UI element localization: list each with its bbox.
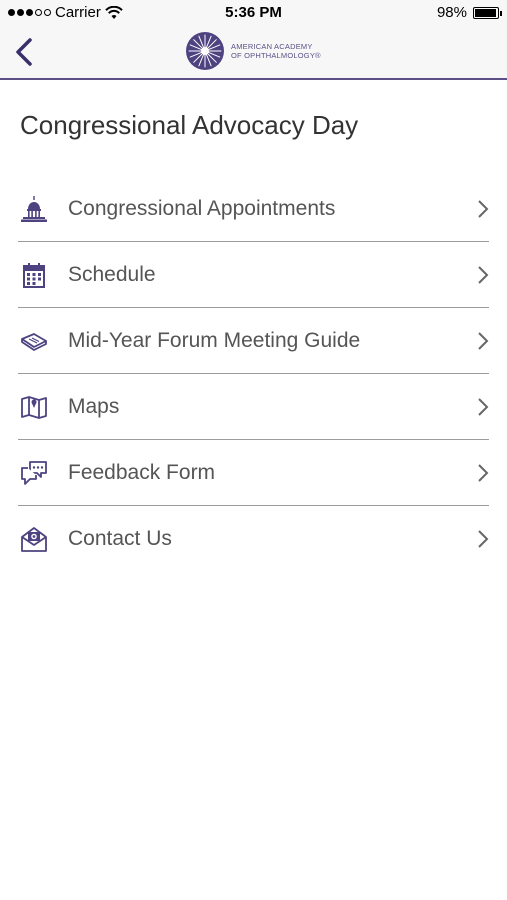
menu-item-contact-us[interactable]: Contact Us (0, 506, 507, 572)
logo-line-1: AMERICAN ACADEMY (231, 42, 313, 51)
chevron-right-icon (478, 332, 489, 350)
page-title: Congressional Advocacy Day (20, 110, 359, 140)
menu-item-congressional-appointments[interactable]: Congressional Appointments (0, 176, 507, 242)
chevron-right-icon (478, 464, 489, 482)
battery-status: 98% (436, 4, 502, 21)
aao-logo: AMERICAN ACADEMY OF OPHTHALMOLOGY® (185, 31, 321, 71)
envelope-icon (21, 527, 47, 552)
status-bar: Carrier 5:36 PM 98% (0, 0, 507, 26)
chevron-right-icon (478, 200, 489, 218)
logo-line-2: OF OPHTHALMOLOGY® (231, 51, 321, 60)
capitol-icon (21, 196, 47, 222)
menu-item-label: Mid-Year Forum Meeting Guide (68, 329, 361, 352)
map-icon (21, 396, 47, 419)
chat-bubbles-icon (21, 461, 47, 485)
menu-item-label: Feedback Form (68, 461, 216, 484)
chevron-right-icon (478, 266, 489, 284)
status-time: 5:36 PM (225, 4, 282, 21)
menu-item-label: Schedule (68, 263, 156, 286)
menu-item-feedback-form[interactable]: Feedback Form (0, 440, 507, 506)
menu-list: Congressional Appointments Schedule Mid-… (0, 176, 507, 572)
calendar-icon (23, 263, 45, 288)
menu-item-schedule[interactable]: Schedule (0, 242, 507, 308)
menu-item-meeting-guide[interactable]: Mid-Year Forum Meeting Guide (0, 308, 507, 374)
menu-item-maps[interactable]: Maps (0, 374, 507, 440)
chevron-right-icon (478, 530, 489, 548)
chevron-right-icon (478, 398, 489, 416)
menu-item-label: Contact Us (68, 527, 172, 550)
menu-item-label: Congressional Appointments (68, 197, 336, 220)
battery-icon (473, 6, 502, 19)
menu-item-label: Maps (68, 395, 120, 418)
back-button[interactable] (10, 34, 40, 70)
aao-starburst-icon (186, 32, 224, 70)
logo-text: AMERICAN ACADEMY OF OPHTHALMOLOGY® (231, 42, 321, 60)
chevron-left-icon (16, 38, 32, 66)
battery-percent: 98% (436, 4, 467, 21)
book-icon (21, 333, 47, 351)
navigation-bar: AMERICAN ACADEMY OF OPHTHALMOLOGY® (0, 26, 507, 80)
